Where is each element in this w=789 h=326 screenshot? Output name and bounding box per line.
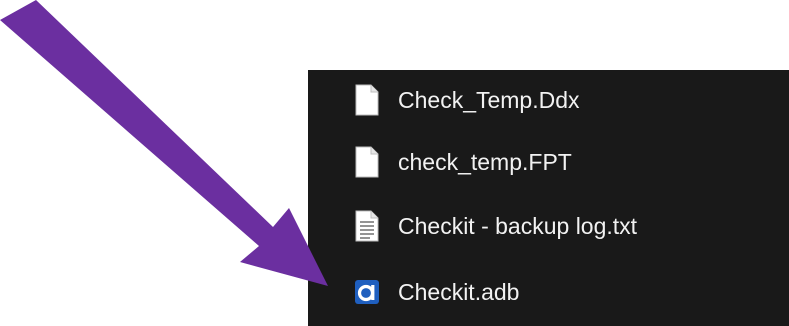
screenshot-canvas: Check_Temp.Ddx check_temp.FPT Checkit - …: [0, 0, 789, 326]
file-name-label: Checkit.adb: [398, 278, 520, 305]
file-name-label: Check_Temp.Ddx: [398, 86, 580, 113]
file-item-check-temp-fpt[interactable]: check_temp.FPT: [308, 136, 789, 188]
blank-file-icon: [355, 84, 379, 116]
file-list-panel: Check_Temp.Ddx check_temp.FPT Checkit - …: [308, 70, 789, 326]
advantage-database-icon: [355, 280, 379, 304]
file-name-label: Checkit - backup log.txt: [398, 212, 638, 239]
text-file-icon: [355, 210, 379, 242]
file-name-label: check_temp.FPT: [398, 148, 572, 175]
blank-file-icon: [355, 146, 379, 178]
file-item-checkit-adb[interactable]: Checkit.adb: [308, 266, 789, 318]
file-item-checkit-backup-log[interactable]: Checkit - backup log.txt: [308, 200, 789, 252]
file-item-check-temp-ddx[interactable]: Check_Temp.Ddx: [308, 74, 789, 126]
